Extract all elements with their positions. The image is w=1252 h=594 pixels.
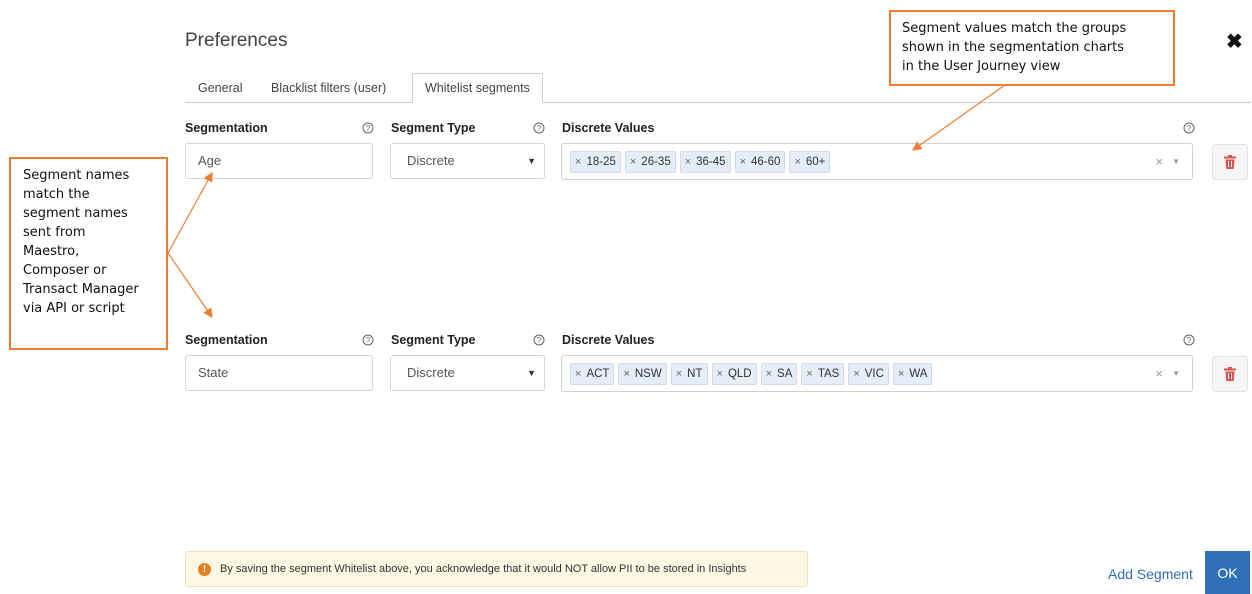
ok-button[interactable]: OK [1205, 551, 1250, 594]
annotation-segment-names: Segment names match the segment names se… [9, 157, 168, 350]
warning-icon: ! [198, 562, 211, 576]
annotation-arrows [167, 84, 1006, 318]
annotation-segment-values: Segment values match the groups shown in… [889, 10, 1175, 86]
add-segment-button[interactable]: Add Segment [1108, 566, 1193, 582]
warning-text: By saving the segment Whitelist above, y… [220, 563, 747, 575]
pii-warning: ! By saving the segment Whitelist above,… [185, 551, 808, 587]
